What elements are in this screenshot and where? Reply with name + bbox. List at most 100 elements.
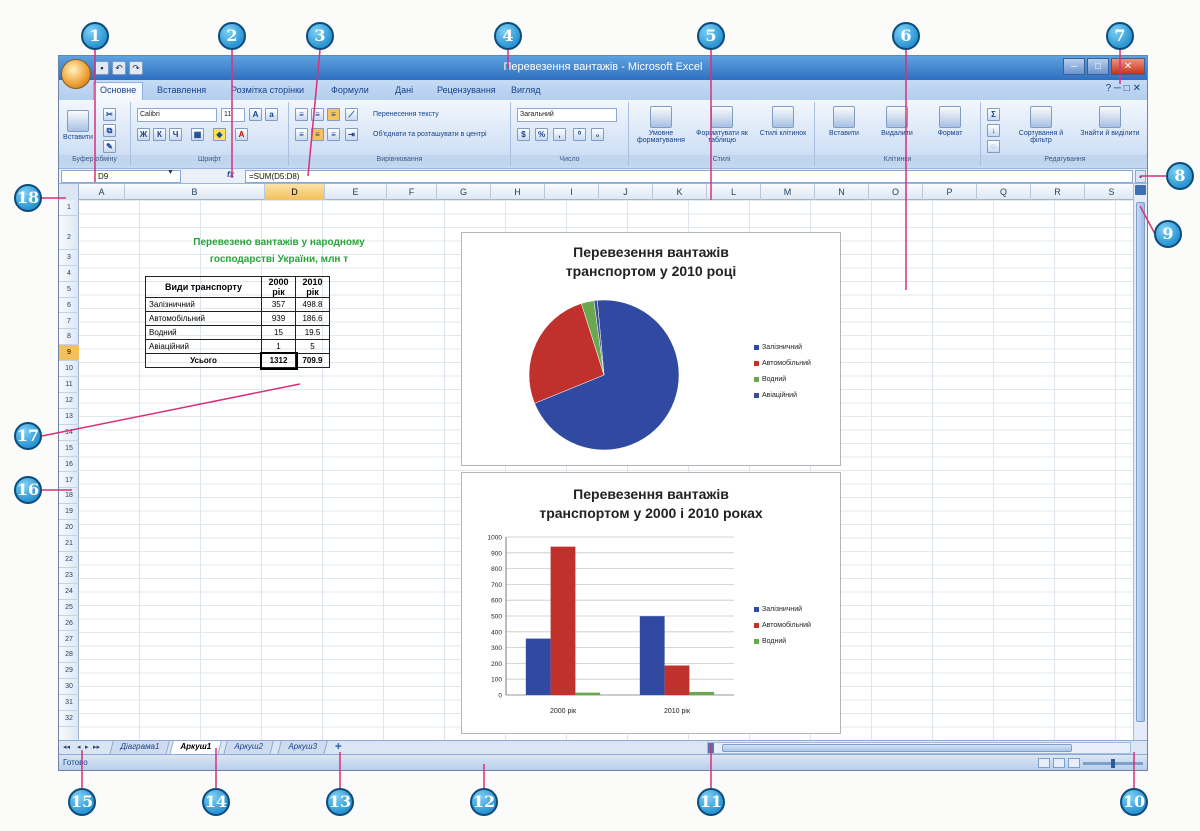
row-header-2[interactable]: 2 (59, 216, 79, 250)
align-right-icon[interactable]: ≡ (327, 128, 340, 141)
normal-view-icon[interactable] (1038, 758, 1050, 768)
column-header-i[interactable]: I (545, 184, 599, 200)
row-header-32[interactable]: 32 (59, 711, 79, 727)
insert-cells-button[interactable]: Вставити (819, 106, 869, 137)
column-header-b[interactable]: B (125, 184, 265, 200)
table-cell[interactable]: 186.6 (295, 311, 330, 326)
borders-icon[interactable]: ▦ (191, 128, 204, 141)
row-header-29[interactable]: 29 (59, 663, 79, 680)
increase-decimal-icon[interactable]: ⁰ (573, 128, 586, 141)
comma-icon[interactable]: , (553, 128, 566, 141)
column-header-r[interactable]: R (1031, 184, 1085, 200)
zoom-knob[interactable] (1111, 758, 1115, 768)
page-layout-view-icon[interactable] (1053, 758, 1065, 768)
row-header-25[interactable]: 25 (59, 600, 79, 616)
maximize-button[interactable]: □ (1087, 58, 1109, 75)
insert-function-icon[interactable]: fx (227, 170, 234, 179)
select-all-button[interactable] (59, 184, 79, 200)
sheet-tab[interactable]: Аркуш3 (277, 741, 328, 755)
row-header-24[interactable]: 24 (59, 584, 79, 600)
vertical-scrollbar[interactable] (1133, 184, 1147, 740)
minimize-button[interactable]: – (1063, 58, 1085, 75)
table-cell[interactable]: Усього (145, 353, 262, 368)
active-cell[interactable]: 1312 (259, 351, 298, 370)
column-header-f[interactable]: F (387, 184, 437, 200)
font-color-icon[interactable]: A (235, 128, 248, 141)
table-cell[interactable]: Автомобільний (145, 311, 262, 326)
column-header-l[interactable]: L (707, 184, 761, 200)
bar-0-0[interactable] (525, 638, 551, 695)
bar-1-1[interactable] (664, 665, 690, 695)
delete-cells-button[interactable]: Видалити (871, 106, 923, 137)
column-header-m[interactable]: M (761, 184, 815, 200)
column-header-s[interactable]: S (1085, 184, 1139, 200)
row-header-23[interactable]: 23 (59, 568, 79, 584)
bar-1-0[interactable] (639, 616, 665, 695)
worksheet-grid[interactable]: Перевезено вантажів у народному господар… (79, 200, 1135, 740)
table-cell[interactable]: Водний (145, 325, 262, 340)
tab-data[interactable]: Дані (389, 83, 419, 97)
underline-icon[interactable]: Ч (169, 128, 182, 141)
cut-icon[interactable]: ✂ (103, 108, 116, 121)
row-header-4[interactable]: 4 (59, 266, 79, 282)
shrink-font-icon[interactable]: a (265, 108, 278, 121)
table-cell[interactable]: 5 (295, 339, 330, 354)
sheet-tab[interactable]: Аркуш2 (223, 741, 274, 755)
scroll-thumb[interactable] (1136, 202, 1145, 722)
column-header-j[interactable]: J (599, 184, 653, 200)
table-cell[interactable]: 709.9 (295, 353, 330, 368)
table-cell[interactable]: 15 (261, 325, 296, 340)
cell-styles-button[interactable]: Стилі клітинок (755, 106, 811, 137)
table-header[interactable]: 2010 рік (295, 276, 330, 298)
table-cell[interactable]: 939 (261, 311, 296, 326)
bar-chart[interactable]: Перевезення вантажів транспортом у 2000 … (461, 472, 841, 734)
column-header-e[interactable]: E (325, 184, 387, 200)
currency-icon[interactable]: $ (517, 128, 530, 141)
column-header-a[interactable]: A (79, 184, 125, 200)
expand-formula-bar-button[interactable]: ⌄ (1135, 170, 1146, 183)
tab-view[interactable]: Вигляд (505, 83, 547, 97)
format-cells-button[interactable]: Формат (925, 106, 975, 137)
orientation-icon[interactable]: ⟋ (345, 108, 358, 121)
italic-icon[interactable]: К (153, 128, 166, 141)
align-center-icon[interactable]: ≡ (311, 128, 324, 141)
horizontal-scrollbar[interactable] (707, 742, 1131, 754)
number-format-combo[interactable]: Загальний (517, 108, 617, 122)
sheet-tab[interactable]: Діаграма1 (109, 741, 170, 755)
table-cell[interactable]: 1 (261, 339, 296, 354)
row-header-11[interactable]: 11 (59, 377, 79, 393)
row-header-12[interactable]: 12 (59, 393, 79, 409)
tab-page-layout[interactable]: Розмітка сторінки (225, 83, 310, 97)
bar-0-1[interactable] (550, 546, 576, 695)
font-name-combo[interactable]: Calibri (137, 108, 217, 122)
autosum-icon[interactable]: Σ (987, 108, 1000, 121)
table-header[interactable]: 2000 рік (261, 276, 296, 298)
tab-insert[interactable]: Вставлення (151, 83, 212, 97)
tab-split-box[interactable] (708, 743, 714, 753)
formula-input[interactable]: =SUM(D5:D8) (245, 170, 1133, 183)
row-header-14[interactable]: 14 (59, 425, 79, 441)
help-icon[interactable]: ? ─ □ ✕ (1106, 83, 1141, 94)
column-header-d[interactable]: D (265, 184, 325, 200)
table-cell[interactable]: Авіаційний (145, 339, 262, 354)
align-middle-icon[interactable]: ≡ (311, 108, 324, 121)
row-header-10[interactable]: 10 (59, 361, 79, 378)
page-break-view-icon[interactable] (1068, 758, 1080, 768)
insert-sheet-icon[interactable]: ✚ (335, 742, 349, 753)
table-cell[interactable]: 357 (261, 297, 296, 312)
row-header-8[interactable]: 8 (59, 329, 79, 346)
bar-0-2[interactable] (575, 692, 601, 695)
column-header-k[interactable]: K (653, 184, 707, 200)
bar-1-2[interactable] (689, 691, 715, 695)
tab-home[interactable]: Основне (93, 82, 144, 100)
row-header-16[interactable]: 16 (59, 457, 79, 473)
prev-sheet-icon[interactable]: ◂ (77, 743, 81, 751)
row-header-31[interactable]: 31 (59, 695, 79, 711)
merge-center-button[interactable]: Об'єднати та розташувати в центрі (373, 131, 487, 138)
bold-icon[interactable]: Ж (137, 128, 150, 141)
name-box[interactable]: D9 (61, 170, 181, 183)
column-header-o[interactable]: O (869, 184, 923, 200)
row-header-3[interactable]: 3 (59, 250, 79, 266)
format-painter-icon[interactable]: ✎ (103, 140, 116, 153)
row-header-6[interactable]: 6 (59, 298, 79, 314)
